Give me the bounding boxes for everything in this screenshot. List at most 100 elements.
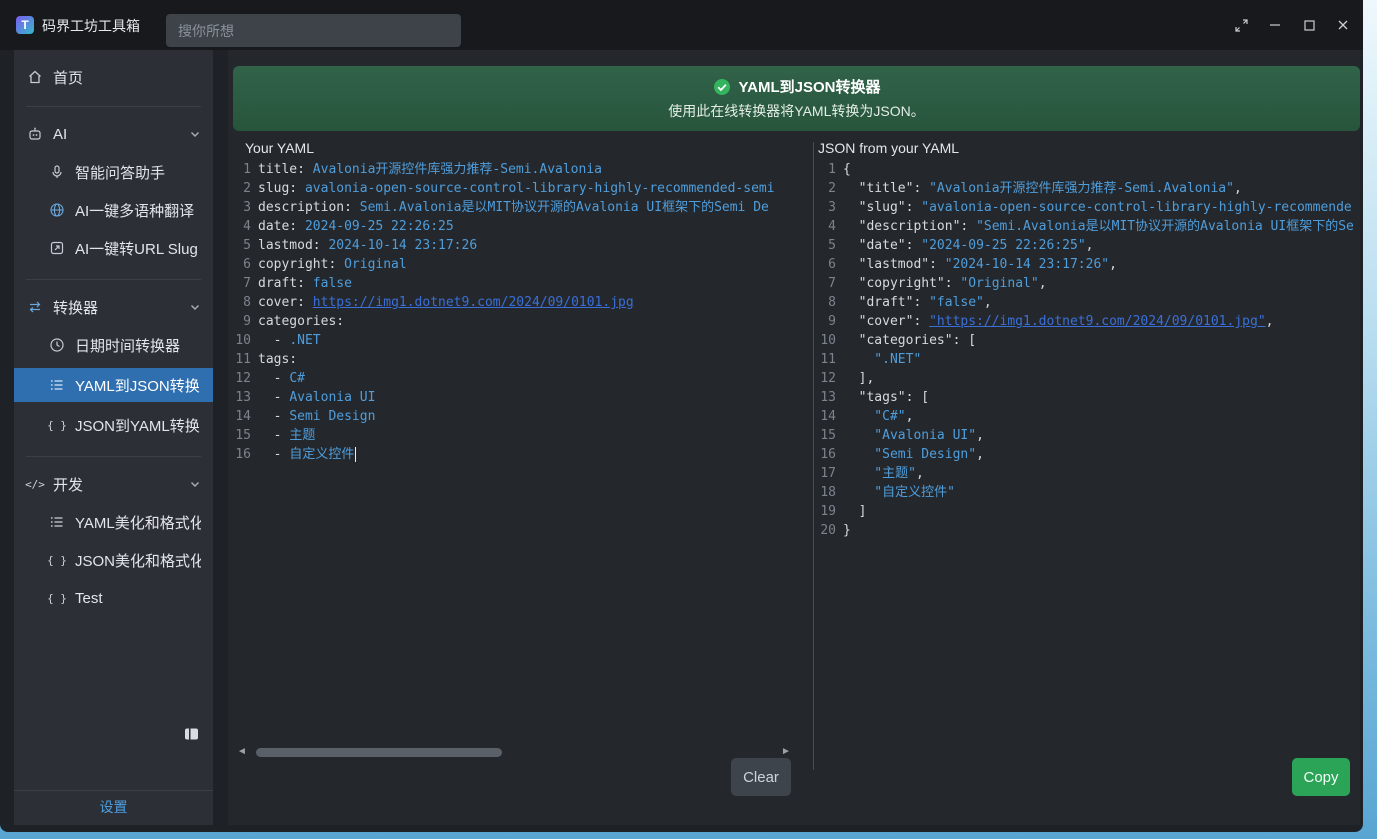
yaml-pane-label: Your YAML	[245, 140, 314, 156]
code-token: ,	[976, 447, 984, 462]
code-token: date:	[258, 219, 305, 234]
minimize-icon[interactable]	[1267, 17, 1283, 33]
window-controls	[1233, 0, 1351, 50]
sidebar-group-converters[interactable]: 转换器	[14, 292, 213, 322]
code-token: "主题"	[843, 466, 916, 481]
scrollbar-thumb[interactable]	[256, 748, 502, 757]
code-line: 9categories:	[233, 312, 811, 331]
sidebar-item-yaml-beautify[interactable]: YAML美化和格式化	[14, 507, 213, 537]
line-number: 9	[233, 312, 251, 331]
app-logo-icon: T	[16, 16, 34, 34]
sidebar-item-ai-translate[interactable]: AI一键多语种翻译	[14, 195, 213, 225]
sidebar-item-json-beautify[interactable]: { } JSON美化和格式化	[14, 545, 213, 575]
code-token: "avalonia-open-source-control-library-hi…	[921, 200, 1351, 215]
line-number: 10	[818, 331, 836, 350]
code-line: 12 ],	[818, 369, 1360, 388]
code-token: "2024-09-25 22:26:25"	[921, 238, 1085, 253]
code-line: 9 "cover": "https://img1.dotnet9.com/202…	[818, 312, 1360, 331]
line-number: 8	[818, 293, 836, 312]
sidebar-item-ai-url-slug[interactable]: AI一键转URL Slug	[14, 233, 213, 263]
code-line: 18 "自定义控件"	[818, 483, 1360, 502]
code-line: 2slug: avalonia-open-source-control-libr…	[233, 179, 811, 198]
code-line: 16 - 自定义控件	[233, 445, 811, 464]
scroll-left-icon[interactable]: ◄	[236, 745, 248, 759]
code-token: Original	[344, 257, 407, 272]
settings-link[interactable]: 设置	[14, 797, 213, 817]
sidebar: 首页 AI 智能问答助手 AI一键多语种翻译	[14, 50, 213, 825]
code-line: 3description: Semi.Avalonia是以MIT协议开源的Ava…	[233, 198, 811, 217]
code-line: 17 "主题",	[818, 464, 1360, 483]
code-line: 5 "date": "2024-09-25 22:26:25",	[818, 236, 1360, 255]
title-bar: T 码界工坊工具箱	[0, 0, 1363, 50]
sidebar-divider	[14, 790, 213, 791]
list-icon	[49, 377, 65, 393]
code-token: }	[843, 523, 851, 538]
collapse-sidebar-icon[interactable]	[184, 727, 199, 741]
line-number: 11	[818, 350, 836, 369]
line-number: 4	[818, 217, 836, 236]
search-input[interactable]	[166, 14, 461, 47]
copy-button[interactable]: Copy	[1292, 758, 1350, 796]
json-output-editor[interactable]: 1{2 "title": "Avalonia开源控件库强力推荐-Semi.Ava…	[818, 160, 1360, 746]
code-token: Avalonia开源控件库强力推荐-Semi.Avalonia	[313, 162, 602, 177]
code-token: .NET	[289, 333, 320, 348]
code-token: ,	[1234, 181, 1242, 196]
code-token: "categories":	[843, 333, 968, 348]
code-token: ,	[916, 466, 924, 481]
horizontal-scrollbar[interactable]: ◄ ►	[236, 745, 792, 759]
code-line: 2 "title": "Avalonia开源控件库强力推荐-Semi.Avalo…	[818, 179, 1360, 198]
code-line: 4 "description": "Semi.Avalonia是以MIT协议开源…	[818, 217, 1360, 236]
line-number: 10	[233, 331, 251, 350]
app-title: 码界工坊工具箱	[42, 16, 140, 36]
scrollbar-track[interactable]	[248, 748, 780, 757]
chevron-down-icon[interactable]	[189, 301, 201, 313]
line-number: 6	[233, 255, 251, 274]
code-line: 7draft: false	[233, 274, 811, 293]
code-line: 15 - 主题	[233, 426, 811, 445]
code-line: 8cover: https://img1.dotnet9.com/2024/09…	[233, 293, 811, 312]
yaml-input-editor[interactable]: 1title: Avalonia开源控件库强力推荐-Semi.Avalonia2…	[233, 160, 811, 746]
code-token: "Semi Design"	[843, 447, 976, 462]
code-token: "Avalonia UI"	[843, 428, 976, 443]
braces-icon: { }	[49, 590, 65, 606]
line-number: 16	[233, 445, 251, 464]
line-number: 14	[818, 407, 836, 426]
code-line: 1title: Avalonia开源控件库强力推荐-Semi.Avalonia	[233, 160, 811, 179]
sidebar-item-label: YAML美化和格式化	[75, 512, 201, 533]
sidebar-item-label: 日期时间转换器	[75, 335, 201, 356]
close-icon[interactable]	[1335, 17, 1351, 33]
line-number: 14	[233, 407, 251, 426]
code-token: slug:	[258, 181, 305, 196]
sidebar-group-label: 开发	[53, 474, 179, 495]
code-token: ,	[1266, 314, 1274, 329]
sidebar-group-development[interactable]: </> 开发	[14, 469, 213, 499]
code-token: [	[968, 333, 976, 348]
url-link[interactable]: "https://img1.dotnet9.com/2024/09/0101.j…	[929, 314, 1266, 329]
chevron-down-icon[interactable]	[189, 128, 201, 140]
line-number: 7	[818, 274, 836, 293]
code-token: false	[313, 276, 352, 291]
sidebar-item-datetime-converter[interactable]: 日期时间转换器	[14, 330, 213, 360]
sidebar-group-ai[interactable]: AI	[14, 119, 213, 149]
line-number: 1	[818, 160, 836, 179]
code-token: avalonia-open-source-control-library-hig…	[305, 181, 775, 196]
code-token: -	[258, 409, 289, 424]
maximize-icon[interactable]	[1301, 17, 1317, 33]
url-link[interactable]: https://img1.dotnet9.com/2024/09/0101.jp…	[313, 295, 634, 310]
expand-icon[interactable]	[1233, 17, 1249, 33]
sidebar-item-json-to-yaml[interactable]: { } JSON到YAML转换	[14, 410, 213, 440]
robot-icon	[27, 126, 43, 142]
sidebar-item-yaml-to-json[interactable]: YAML到JSON转换	[14, 368, 213, 402]
code-token: ,	[976, 428, 984, 443]
sidebar-group-label: AI	[53, 126, 179, 143]
code-line: 16 "Semi Design",	[818, 445, 1360, 464]
code-token: -	[258, 371, 289, 386]
sidebar-item-qa-assistant[interactable]: 智能问答助手	[14, 157, 213, 187]
scroll-right-icon[interactable]: ►	[780, 745, 792, 759]
sidebar-item-test[interactable]: { } Test	[14, 583, 213, 613]
code-token: ,	[1039, 276, 1047, 291]
sidebar-item-home[interactable]: 首页	[14, 62, 213, 92]
code-token: Semi.Avalonia是以MIT协议开源的Avalonia UI框架下的Se…	[360, 200, 769, 215]
chevron-down-icon[interactable]	[189, 478, 201, 490]
clear-button[interactable]: Clear	[731, 758, 791, 796]
